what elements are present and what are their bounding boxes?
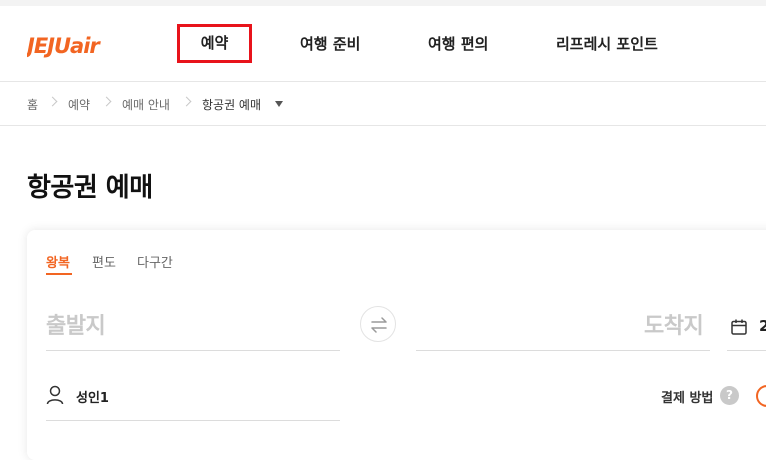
- chevron-right-icon: [181, 96, 192, 107]
- page-title: 항공권 예매: [27, 173, 153, 203]
- calendar-icon[interactable]: [731, 319, 747, 335]
- passenger-underline: [46, 420, 340, 421]
- booking-panel: 왕복 편도 다구간 출발지 도착지 2 성인1 결제 방법 ?: [27, 230, 766, 460]
- jejuair-logo[interactable]: JEJUair: [27, 30, 131, 60]
- breadcrumb-reservation[interactable]: 예약: [68, 96, 90, 113]
- active-tab-indicator: [46, 273, 72, 275]
- breadcrumb-home[interactable]: 홈: [27, 96, 38, 113]
- tab-multi-city[interactable]: 다구간: [137, 252, 173, 271]
- arrival-underline: [416, 350, 710, 351]
- person-icon: [46, 385, 64, 405]
- site-header: JEJUair 예약 여행 준비 여행 편의 리프레시 포인트: [0, 6, 766, 82]
- payment-method-label: 결제 방법: [661, 391, 714, 406]
- swap-arrows-icon: [371, 317, 387, 333]
- nav-item-refresh-point[interactable]: 리프레시 포인트: [556, 6, 658, 82]
- chevron-right-icon: [101, 96, 112, 107]
- swap-button[interactable]: [360, 306, 396, 342]
- nav-item-reservation[interactable]: 예약: [177, 24, 252, 63]
- passenger-selector[interactable]: 성인1: [76, 387, 109, 406]
- logo-text: JEJUair: [27, 34, 101, 58]
- nav-item-travel-convenience[interactable]: 여행 편의: [428, 6, 488, 82]
- arrival-field[interactable]: 도착지: [644, 308, 704, 340]
- breadcrumb-current[interactable]: 항공권 예매: [202, 96, 261, 113]
- tab-one-way[interactable]: 편도: [92, 252, 116, 271]
- tab-round-trip[interactable]: 왕복: [46, 252, 70, 271]
- departure-underline: [46, 350, 340, 351]
- breadcrumb: 홈 예약 예매 안내 항공권 예매: [0, 83, 766, 126]
- nav-item-travel-prep[interactable]: 여행 준비: [300, 6, 360, 82]
- date-underline: [727, 350, 766, 351]
- nav-item-label: 예약: [200, 34, 229, 52]
- help-icon[interactable]: ?: [720, 386, 739, 405]
- payment-option-icon[interactable]: [756, 385, 766, 407]
- breadcrumb-booking-guide[interactable]: 예매 안내: [122, 96, 170, 113]
- chevron-right-icon: [47, 96, 58, 107]
- departure-field[interactable]: 출발지: [46, 308, 106, 340]
- date-field[interactable]: 2: [759, 317, 766, 335]
- caret-down-icon[interactable]: [275, 101, 283, 107]
